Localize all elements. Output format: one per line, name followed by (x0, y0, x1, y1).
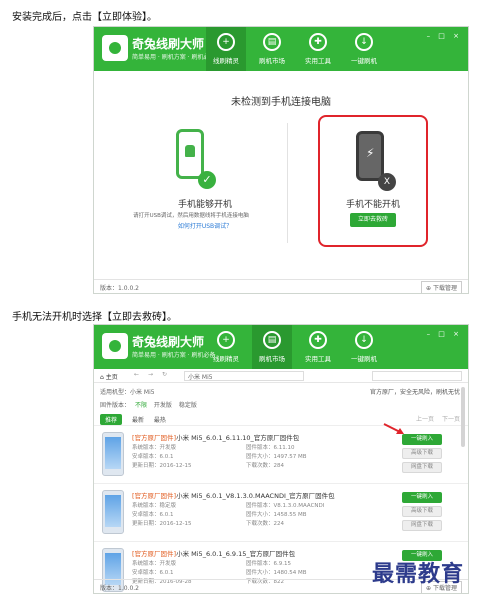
nav-flash-genie[interactable]: + 线刷精灵 (206, 27, 246, 71)
phone-thumbnail (102, 490, 124, 534)
flash-now-button[interactable]: 一键刷入 (402, 492, 442, 503)
android-robot-icon (185, 145, 195, 157)
model-row: 适用机型：小米 Mi5 (100, 389, 155, 396)
usb-debug-hint: 请打开USB调试，然后用数据线将手机连接电脑 (133, 213, 249, 219)
flash-icon: + (217, 331, 235, 349)
nav-tools[interactable]: ✚ 实用工具 (298, 325, 338, 369)
nav-rom-market[interactable]: ▤ 刷机市场 (252, 325, 292, 369)
list-item: [官方原厂固件]小米 Mi5_6.0.1_V8.1.3.0.MAACNDI_官方… (94, 483, 468, 541)
phone-cannot-boot-title: 手机不能开机 (345, 200, 400, 210)
address-field[interactable]: 小米 Mi5 (184, 371, 304, 381)
android-phone-icon (176, 129, 204, 179)
home-button[interactable]: ⌂ 主页 (100, 372, 118, 381)
rescue-now-button[interactable]: 立即去救砖 (350, 213, 396, 227)
toolbar: ⌂ 主页 ← → ↻ 小米 Mi5 (94, 369, 468, 383)
app-footer: 版本：1.0.0.2 ⊕ 下载管理 (94, 279, 468, 293)
download-icon: ↓ (355, 33, 373, 51)
flash-now-button[interactable]: 一键刷入 (402, 434, 442, 445)
tab-latest[interactable]: 最新 (132, 417, 144, 424)
nav-one-click[interactable]: ↓ 一键刷机 (344, 325, 384, 369)
rom-title[interactable]: [官方原厂固件]小米 Mi5_6.0.1_6.9.15_官方原厂固件包 (132, 548, 295, 558)
forward-icon[interactable]: → (148, 371, 153, 378)
version-filter: 固件版本： 不限 开发版 稳定版 (100, 402, 197, 409)
phone-can-boot-title: 手机能够开机 (177, 200, 232, 210)
caption-install-complete: 安装完成后，点击【立即体验】。 (12, 12, 157, 23)
next-page[interactable]: 下一页 (442, 416, 460, 423)
filter-all[interactable]: 不限 (135, 402, 147, 409)
prev-page[interactable]: 上一页 (416, 416, 434, 423)
tab-hot[interactable]: 最热 (154, 417, 166, 424)
market-icon: ▤ (263, 331, 281, 349)
divider (287, 123, 288, 243)
netdisk-download-button[interactable]: 网盘下载 (402, 520, 442, 531)
rom-meta-right: 固件版本：6.11.10 固件大小：1497.57 MB 下载次数：284 (246, 445, 307, 469)
caption-rescue: 手机无法开机时选择【立即去救砖】。 (12, 312, 177, 323)
netdisk-download-button[interactable]: 网盘下载 (402, 462, 442, 473)
screenshot-rom-market: 奇兔线刷大师 简单易用 · 刷机方案 · 刷机必备 + 线刷精灵 ▤ 刷机市场 ✚ 实… (93, 324, 469, 594)
list-item: [官方原厂固件]小米 Mi5_6.0.1_6.11.10_官方原厂固件包 系统版… (94, 423, 468, 483)
download-manager-button[interactable]: ⊕ 下载管理 (421, 281, 462, 293)
watermark: 最需教育 (372, 561, 465, 587)
search-input[interactable] (372, 371, 462, 381)
scrollbar[interactable] (461, 387, 465, 447)
filter-stable[interactable]: 稳定版 (179, 402, 197, 409)
window-controls[interactable]: – □ × (427, 32, 462, 40)
x-icon: X (378, 173, 396, 191)
usb-debug-link[interactable]: 如何打开USB调试？ (150, 221, 260, 230)
filter-dev[interactable]: 开发版 (154, 402, 172, 409)
app-slogan: 简单易用 · 刷机方案 · 刷机必备 (132, 54, 216, 61)
rom-meta-right: 固件版本：V8.1.3.0.MAACNDI 固件大小：1458.55 MB 下载次数… (246, 503, 325, 527)
tools-icon: ✚ (309, 331, 327, 349)
version-label: 版本：1.0.0.2 (100, 585, 139, 592)
app-logo (102, 333, 128, 359)
rom-meta-left: 系统版本：开发版 安卓版本：6.0.1 更新日期：2016-12-15 (132, 445, 192, 469)
app-slogan: 简单易用 · 刷机方案 · 刷机必备 (132, 352, 216, 359)
rom-title[interactable]: [官方原厂固件]小米 Mi5_6.0.1_V8.1.3.0.MAACNDI_官方… (132, 490, 335, 500)
lightning-icon: ⚡ (366, 146, 375, 160)
app-header: 奇兔线刷大师 简单易用 · 刷机方案 · 刷机必备 + 线刷精灵 ▤ 刷机市场 ✚ 实… (94, 27, 468, 71)
window-controls[interactable]: – □ × (427, 330, 462, 338)
nav-rom-market[interactable]: ▤ 刷机市场 (252, 27, 292, 71)
download-mgr-icon: ⊕ (426, 285, 433, 292)
sort-tabs: 推荐 最新 最热 (100, 414, 166, 425)
app-brand: 奇兔线刷大师 (132, 37, 205, 51)
nav-flash-genie[interactable]: + 线刷精灵 (206, 325, 246, 369)
app-header: 奇兔线刷大师 简单易用 · 刷机方案 · 刷机必备 + 线刷精灵 ▤ 刷机市场 ✚ 实… (94, 325, 468, 369)
dead-phone-icon: ⚡ (356, 131, 384, 181)
tools-icon: ✚ (309, 33, 327, 51)
refresh-icon[interactable]: ↻ (162, 371, 167, 378)
pager: 上一页 下一页 (416, 414, 460, 423)
back-icon[interactable]: ← (134, 371, 139, 378)
market-icon: ▤ (263, 33, 281, 51)
advanced-download-button[interactable]: 高级下载 (402, 448, 442, 459)
tab-recommend[interactable]: 推荐 (100, 414, 123, 425)
flash-icon: + (217, 33, 235, 51)
phone-thumbnail (102, 432, 124, 476)
version-label: 版本：1.0.0.2 (100, 285, 139, 292)
check-icon: ✓ (198, 171, 216, 189)
red-arrow-icon (383, 423, 404, 434)
screenshot-no-device: 奇兔线刷大师 简单易用 · 刷机方案 · 刷机必备 + 线刷精灵 ▤ 刷机市场 ✚ 实… (93, 26, 469, 294)
nav-one-click[interactable]: ↓ 一键刷机 (344, 27, 384, 71)
app-brand: 奇兔线刷大师 (132, 335, 205, 349)
nav-tools[interactable]: ✚ 实用工具 (298, 27, 338, 71)
download-icon: ↓ (355, 331, 373, 349)
rom-title[interactable]: [官方原厂固件]小米 Mi5_6.0.1_6.11.10_官方原厂固件包 (132, 432, 299, 442)
promise-text: 官方原厂，安全无风险，刷机无忧 (369, 389, 460, 396)
no-device-title: 未检测到手机连接电脑 (231, 97, 331, 108)
advanced-download-button[interactable]: 高级下载 (402, 506, 442, 517)
rom-meta-left: 系统版本：稳定版 安卓版本：6.0.1 更新日期：2016-12-15 (132, 503, 192, 527)
app-logo (102, 35, 128, 61)
